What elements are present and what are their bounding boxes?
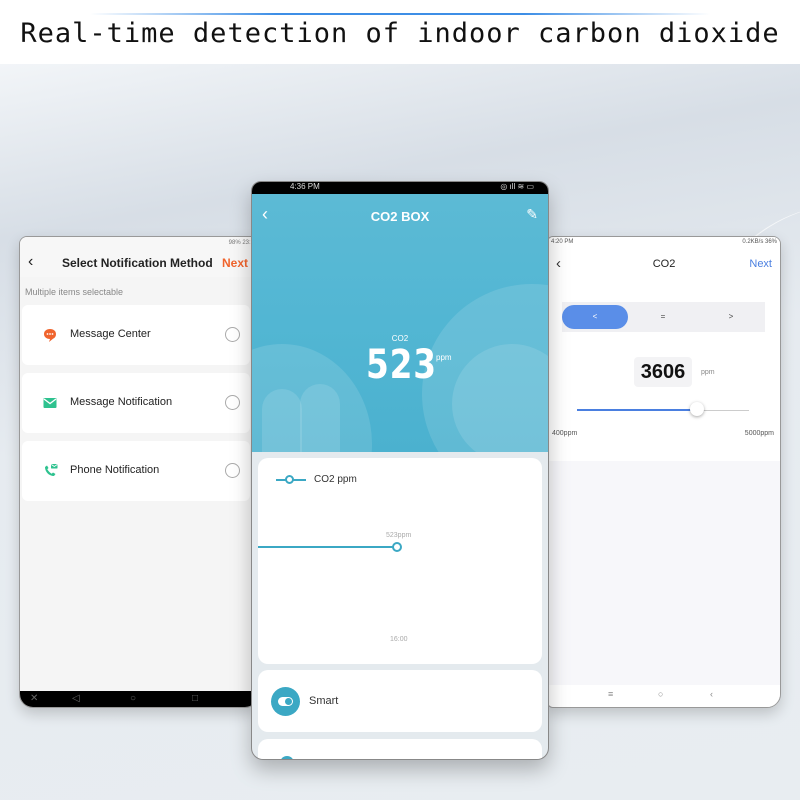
menu-icon[interactable]: ≡ [608, 689, 613, 699]
slider-fill [577, 409, 697, 411]
next-button[interactable]: Next [222, 256, 248, 270]
radio-button[interactable] [225, 463, 240, 478]
notification-method-screen: 98% 23:1 ‹ Select Notification Method Ne… [19, 236, 259, 708]
envelope-icon [43, 398, 57, 408]
comparator-less-than[interactable]: < [562, 305, 628, 329]
home-icon[interactable]: ○ [658, 689, 663, 699]
option-label: Message Notification [70, 396, 173, 408]
legend-label: CO2 ppm [314, 474, 357, 485]
tree-decoration [300, 384, 340, 452]
headline-divider [90, 13, 710, 15]
slider-min-label: 400ppm [552, 430, 578, 437]
status-bar: 4:20 PM 0.2KB/s 36% [548, 237, 780, 249]
hide-nav-icon[interactable]: ✕ [30, 693, 38, 704]
status-icons: ◎ ıll ≋ ▭ [500, 182, 534, 191]
toggle-icon [271, 687, 300, 716]
status-bar: 4:36 PM ◎ ıll ≋ ▭ [252, 182, 548, 194]
comparator-segmented-control: < = > [562, 302, 765, 332]
comparator-greater-than[interactable]: > [698, 305, 764, 329]
reading-hero: ‹ CO2 BOX ✎ CO2 523 ppm [252, 194, 548, 452]
data-point-label: 523ppm [386, 532, 412, 539]
android-nav-bar: ≡ ○ ‹ [548, 685, 780, 707]
slider-max-label: 5000ppm [744, 430, 774, 437]
legend-marker [285, 475, 294, 484]
data-point[interactable] [392, 542, 402, 552]
back-icon[interactable]: ◁ [72, 693, 80, 704]
status-time: 4:20 PM [551, 239, 574, 245]
co2-box-screen: 4:36 PM ◎ ıll ≋ ▭ ‹ CO2 BOX ✎ CO2 523 pp… [251, 181, 549, 760]
history-chart-card: CO2 ppm 523ppm 16:00 [258, 458, 542, 664]
next-card[interactable] [258, 739, 542, 759]
headline-text: Real-time detection of indoor carbon dio… [20, 18, 780, 49]
tree-decoration [262, 389, 302, 452]
phone-mail-icon [45, 464, 58, 476]
threshold-value: 3606 [634, 357, 692, 387]
smart-card[interactable]: Smart [258, 670, 542, 732]
page-title: CO2 [652, 258, 676, 270]
co2-threshold-screen: 4:20 PM 0.2KB/s 36% ‹ CO2 Next < = > 360… [547, 236, 781, 708]
status-time: 4:36 PM [290, 182, 320, 191]
comparator-equal[interactable]: = [630, 305, 696, 329]
threshold-unit: ppm [701, 369, 715, 376]
reading-value: 523 [366, 342, 437, 388]
home-icon[interactable]: ○ [130, 693, 136, 704]
message-bubble-icon [44, 329, 56, 342]
hint-text: Multiple items selectable [25, 287, 124, 297]
headline-banner: Real-time detection of indoor carbon dio… [0, 0, 800, 64]
option-label: Message Center [70, 328, 151, 340]
status-bar: 98% 23:1 [20, 237, 258, 249]
smart-label: Smart [309, 695, 339, 707]
device-title: CO2 BOX [370, 209, 430, 224]
next-button[interactable]: Next [749, 258, 772, 270]
option-message-notification[interactable]: Message Notification [22, 373, 250, 433]
android-nav-bar: ✕ ◁ ○ □ [20, 691, 258, 707]
app-header: ‹ Select Notification Method Next [20, 249, 258, 277]
x-axis-label: 16:00 [390, 636, 408, 643]
series-line [258, 546, 398, 548]
option-message-center[interactable]: Message Center [22, 305, 250, 365]
card-icon [280, 756, 294, 759]
option-phone-notification[interactable]: Phone Notification [22, 441, 250, 501]
radio-button[interactable] [225, 327, 240, 342]
chevron-left-icon[interactable]: ‹ [28, 253, 33, 271]
recents-icon[interactable]: □ [192, 693, 198, 704]
back-icon[interactable]: ‹ [710, 689, 713, 699]
page-title: Select Notification Method [62, 256, 213, 270]
option-label: Phone Notification [70, 464, 160, 476]
radio-button[interactable] [225, 395, 240, 410]
slider-thumb[interactable] [689, 402, 704, 416]
reading-unit: ppm [436, 353, 452, 362]
app-header: ‹ CO2 Next [548, 249, 780, 281]
status-icons: 0.2KB/s 36% [742, 239, 777, 245]
edit-icon[interactable]: ✎ [526, 206, 538, 223]
threshold-panel: < = > 3606 ppm 400ppm 5000ppm [548, 281, 780, 461]
